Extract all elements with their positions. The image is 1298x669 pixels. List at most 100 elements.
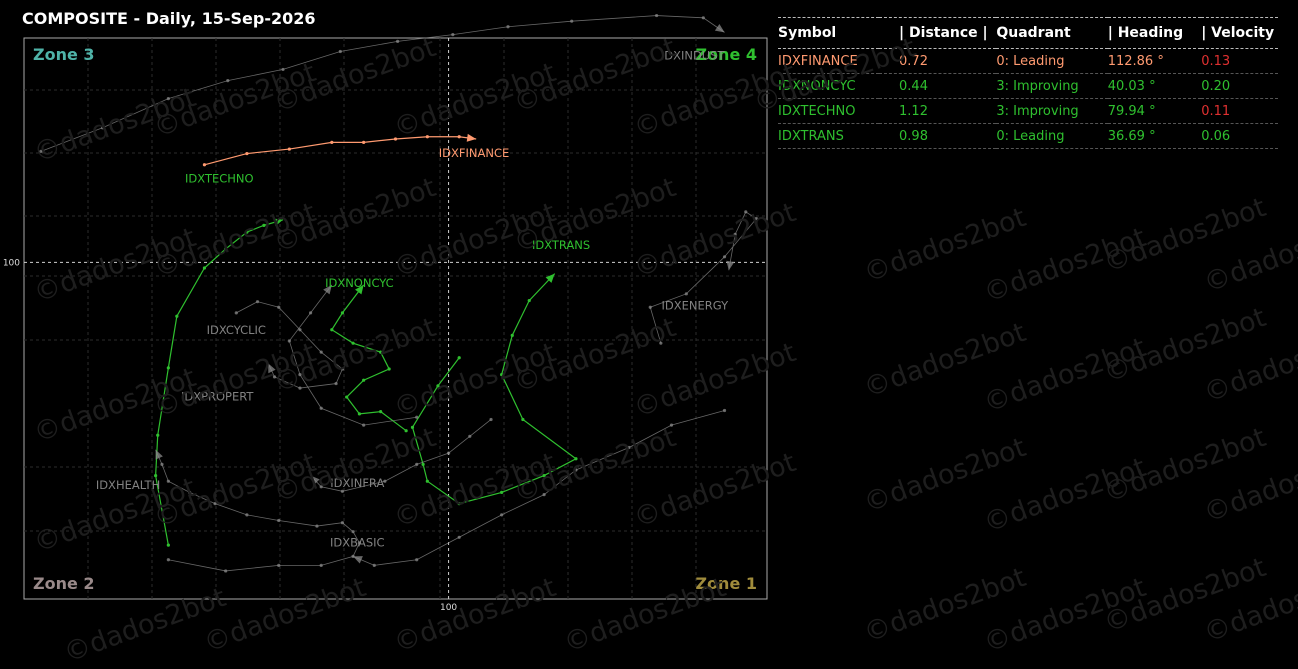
series-point	[500, 373, 504, 377]
series-point	[754, 217, 758, 221]
watermark: ©dados2bot	[1199, 211, 1298, 300]
series-point	[510, 333, 514, 337]
series-point	[287, 147, 291, 151]
series-point	[722, 255, 727, 259]
plot-area	[23, 37, 768, 600]
series-point	[255, 300, 260, 304]
series-point	[362, 378, 366, 382]
row-symbol: IDXNONCYC	[778, 78, 856, 94]
series-point	[298, 386, 302, 390]
series-point	[234, 311, 238, 315]
series-point	[166, 96, 170, 101]
series-point	[669, 423, 674, 427]
col-quadrant: Quadrant	[996, 25, 1071, 41]
series-point	[357, 412, 362, 416]
row-quadrant: 3: Improving	[996, 103, 1079, 119]
series-point	[156, 433, 160, 437]
row-distance: 0.44	[899, 78, 928, 94]
col-distance: | Distance |	[899, 25, 988, 41]
watermark: ©dados2bot	[1099, 191, 1271, 280]
series-point	[319, 485, 323, 489]
x-tick-label: 100	[440, 603, 457, 613]
watermark: ©dados2bot	[1099, 301, 1271, 390]
watermark: ©dados2bot	[1199, 561, 1298, 650]
table-row: IDXFINANCE 0.72 0: Leading 112.86 ° 0.13	[778, 49, 1278, 74]
series-point	[457, 535, 461, 539]
series-point	[655, 13, 659, 18]
series-point	[226, 79, 230, 83]
watermark: ©dados2bot	[979, 331, 1151, 420]
series-label: IDXCYCLIC	[207, 323, 266, 337]
series-point	[574, 468, 578, 472]
series-point	[574, 457, 578, 461]
series-point	[166, 366, 170, 370]
series-point	[319, 350, 323, 354]
series-point	[372, 563, 376, 567]
table-row: IDXTECHNO 1.12 3: Improving 79.94 ° 0.11	[778, 99, 1278, 124]
series-point	[425, 479, 429, 483]
row-symbol: IDXTECHNO	[778, 103, 856, 119]
series-point	[521, 417, 525, 422]
series-point	[457, 502, 461, 506]
y-tick-label: 100	[3, 258, 20, 268]
series-point	[404, 429, 408, 433]
col-symbol: Symbol	[778, 25, 837, 41]
series-label: IDXENERGY	[662, 299, 730, 313]
watermark: ©dados2bot	[859, 431, 1031, 520]
series-point	[298, 328, 302, 332]
series-point	[410, 425, 415, 429]
series-point	[340, 367, 345, 371]
series-point	[281, 67, 285, 72]
watermark: ©dados2bot	[979, 571, 1151, 660]
series-point	[351, 341, 355, 345]
series-point	[224, 247, 228, 251]
series-point	[308, 311, 313, 315]
series-point	[387, 367, 391, 371]
series-point	[213, 502, 217, 506]
series-point	[379, 410, 383, 414]
row-velocity: 0.06	[1201, 128, 1231, 144]
watermark: ©dados2bot	[979, 221, 1151, 310]
rrg-chart: 100100 Zone 3 Zone 4Zone 2 Zone 1IDXINDUST…	[3, 13, 768, 613]
series-point	[451, 33, 455, 37]
row-heading: 40.03 °	[1107, 78, 1156, 94]
series-point	[542, 473, 546, 478]
series-label: IDXBASIC	[330, 535, 385, 549]
series-point	[415, 415, 419, 419]
series-point	[202, 266, 207, 270]
row-heading: 79.94 °	[1107, 103, 1156, 119]
series-point	[340, 489, 345, 493]
series-point	[338, 49, 342, 54]
zone-label: Zone 3	[33, 45, 95, 64]
series-point	[457, 356, 461, 360]
series-point	[436, 384, 440, 388]
series-point	[187, 490, 192, 495]
series-point	[166, 479, 170, 483]
series-point	[684, 292, 688, 296]
series-point	[245, 230, 249, 234]
series-point	[262, 223, 266, 227]
series-point	[100, 126, 105, 130]
series-point	[362, 140, 366, 144]
col-velocity: | Velocity	[1201, 25, 1275, 41]
series-point	[330, 140, 334, 144]
series-point	[298, 373, 302, 377]
series-point	[272, 375, 277, 379]
series-point	[396, 39, 400, 43]
series-point	[701, 16, 705, 20]
row-quadrant: 3: Improving	[996, 78, 1079, 94]
series-point	[39, 149, 43, 153]
row-velocity: 0.11	[1201, 103, 1231, 119]
series-point	[542, 493, 546, 497]
col-heading: | Heading	[1107, 25, 1184, 41]
series-point	[330, 328, 334, 332]
series-point	[468, 434, 472, 438]
series-point	[277, 563, 281, 567]
zone-label: Zone 1	[695, 574, 757, 593]
series-point	[627, 445, 631, 450]
series-point	[489, 417, 493, 422]
watermark: ©dados2bot	[1099, 421, 1271, 510]
series-point	[245, 151, 249, 156]
watermark: ©dados2bot	[859, 316, 1031, 405]
watermark: ©dados2bot	[859, 561, 1031, 650]
